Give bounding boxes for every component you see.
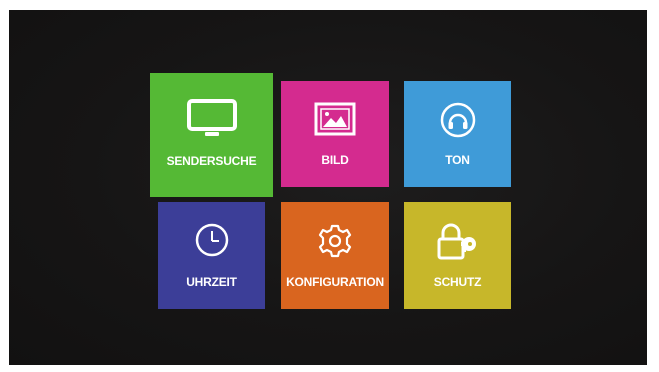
tile-label: TON	[445, 153, 470, 167]
picture-icon	[281, 101, 389, 137]
gear-icon	[281, 222, 389, 260]
tile-label: BILD	[321, 153, 349, 167]
clock-icon	[158, 222, 265, 258]
tile-label: SENDERSUCHE	[166, 154, 257, 168]
headphones-icon	[404, 101, 511, 139]
tile-label: SCHUTZ	[433, 275, 482, 289]
tile-ton[interactable]: TON	[404, 81, 511, 187]
tile-konfiguration[interactable]: KONFIGURATION	[281, 202, 389, 309]
lock-key-icon	[404, 222, 511, 262]
tile-label: KONFIGURATION	[286, 275, 384, 289]
tv-screen: SENDERSUCHE BILD TON UHRZEIT KONFIGURATI…	[9, 10, 647, 365]
tile-schutz[interactable]: SCHUTZ	[404, 202, 511, 309]
tile-uhrzeit[interactable]: UHRZEIT	[158, 202, 265, 309]
tile-label: UHRZEIT	[186, 275, 237, 289]
tv-icon	[150, 99, 273, 139]
tile-sendersuche[interactable]: SENDERSUCHE	[150, 73, 273, 197]
tile-bild[interactable]: BILD	[281, 81, 389, 187]
